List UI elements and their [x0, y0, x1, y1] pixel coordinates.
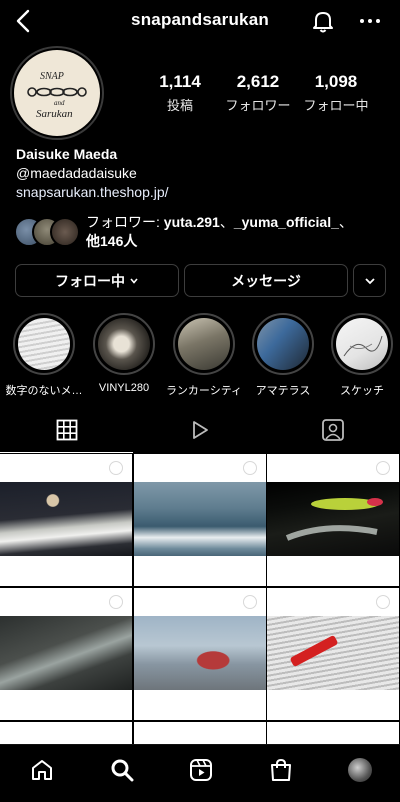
profile-avatar-icon[interactable]	[345, 755, 375, 785]
highlight-cover	[257, 318, 309, 370]
grid-icon	[56, 419, 77, 441]
mutual-followers-text: フォロワー: yuta.291、_yuma_official_、 他146人	[86, 213, 386, 251]
mutual-followers[interactable]: フォロワー: yuta.291、_yuma_official_、 他146人	[14, 213, 394, 253]
post-thumbnail[interactable]	[267, 722, 399, 744]
brand-logo: SNAP and Sarukan	[14, 50, 100, 136]
post-thumbnail[interactable]	[0, 588, 132, 720]
highlight-label: アマテラス	[255, 385, 311, 397]
followers-stat[interactable]: 2,612 フォロワー	[219, 72, 297, 114]
highlight-label: スケッチ	[340, 385, 384, 397]
post-thumbnail[interactable]	[267, 588, 399, 720]
following-stat[interactable]: 1,098 フォロー中	[297, 72, 375, 114]
nav-avatar	[348, 758, 372, 782]
highlight-cover	[178, 318, 230, 370]
active-tab-indicator	[0, 452, 133, 453]
post-thumbnail[interactable]	[0, 454, 132, 586]
following-button-label: フォロー中	[55, 272, 125, 289]
mutual-suffix: 、	[338, 214, 353, 230]
profile-username: snapandsarukan	[131, 10, 269, 29]
mutual-avatars	[14, 217, 84, 249]
profile-avatar[interactable]: SNAP and Sarukan	[10, 46, 104, 140]
highlight-cover	[336, 318, 388, 370]
select-circle[interactable]	[243, 595, 257, 609]
followers-count: 2,612	[236, 72, 280, 91]
highlight-label: VINYL280	[98, 382, 150, 394]
suggested-accounts-button[interactable]	[353, 264, 386, 297]
home-icon[interactable]	[27, 755, 57, 785]
select-circle[interactable]	[376, 461, 390, 475]
select-circle[interactable]	[243, 461, 257, 475]
highlight-item[interactable]: 数字のないメ…	[3, 313, 85, 398]
logo-text-top: SNAP	[40, 71, 64, 82]
profile-handle: @maedadadaisuke	[16, 165, 137, 181]
followers-label: フォロワー	[225, 98, 291, 113]
logo-text-bottom: Sarukan	[36, 108, 73, 120]
highlight-item[interactable]: ランカーシティ	[163, 313, 245, 398]
highlight-label: 数字のないメ…	[5, 385, 83, 397]
shop-bag-icon[interactable]	[266, 755, 296, 785]
story-highlights: 数字のないメ… VINYL280 ランカーシティ アマテラス スケッチ	[0, 313, 400, 397]
select-circle[interactable]	[109, 461, 123, 475]
following-button[interactable]: フォロー中	[15, 264, 179, 297]
highlight-item[interactable]: アマテラス	[242, 313, 324, 398]
post-thumbnail[interactable]	[134, 588, 266, 720]
select-circle[interactable]	[376, 595, 390, 609]
highlight-cover	[18, 318, 70, 370]
tab-reels[interactable]	[133, 406, 266, 454]
tab-posts-grid[interactable]	[0, 406, 133, 454]
post-thumbnail[interactable]	[134, 454, 266, 586]
following-count: 1,098	[314, 72, 358, 91]
logo-text-mid: and	[54, 99, 65, 107]
post-thumbnail[interactable]	[0, 722, 132, 744]
more-dots-icon[interactable]	[357, 8, 383, 34]
highlight-cover	[98, 318, 150, 370]
post-thumbnail[interactable]	[134, 722, 266, 744]
select-circle[interactable]	[109, 595, 123, 609]
search-icon[interactable]	[107, 755, 137, 785]
highlight-label: ランカーシティ	[165, 385, 243, 397]
top-bar: snapandsarukan	[0, 0, 400, 44]
highlight-item[interactable]: スケッチ	[321, 313, 400, 398]
chevron-down-icon	[130, 277, 138, 284]
bell-icon[interactable]	[310, 8, 336, 34]
posts-count: 1,114	[159, 72, 201, 91]
profile-tabs	[0, 406, 400, 454]
reels-icon[interactable]	[186, 755, 216, 785]
posts-grid	[0, 454, 400, 744]
profile-website-link[interactable]: snapsarukan.theshop.jp/	[16, 184, 169, 200]
message-button-label: メッセージ	[231, 272, 301, 289]
tagged-person-icon	[321, 419, 344, 441]
mutual-user-2: _yuma_official_	[233, 214, 339, 230]
following-label: フォロー中	[303, 98, 369, 113]
tab-tagged[interactable]	[266, 406, 399, 454]
mutual-user-1: yuta.291	[163, 214, 220, 230]
posts-label: 投稿	[166, 98, 193, 113]
chevron-down-icon	[364, 277, 375, 284]
profile-full-name: Daisuke Maeda	[16, 146, 118, 162]
mutual-avatar	[50, 217, 80, 247]
posts-stat[interactable]: 1,114 投稿	[141, 72, 219, 114]
mutual-separator: 、	[219, 214, 234, 230]
bottom-navigation	[0, 744, 400, 802]
mutual-others: 他146人	[86, 233, 138, 249]
post-thumbnail[interactable]	[267, 454, 399, 586]
highlight-item[interactable]: VINYL280	[83, 313, 165, 394]
play-icon	[192, 421, 208, 439]
mutual-prefix: フォロワー:	[86, 214, 164, 230]
message-button[interactable]: メッセージ	[184, 264, 348, 297]
